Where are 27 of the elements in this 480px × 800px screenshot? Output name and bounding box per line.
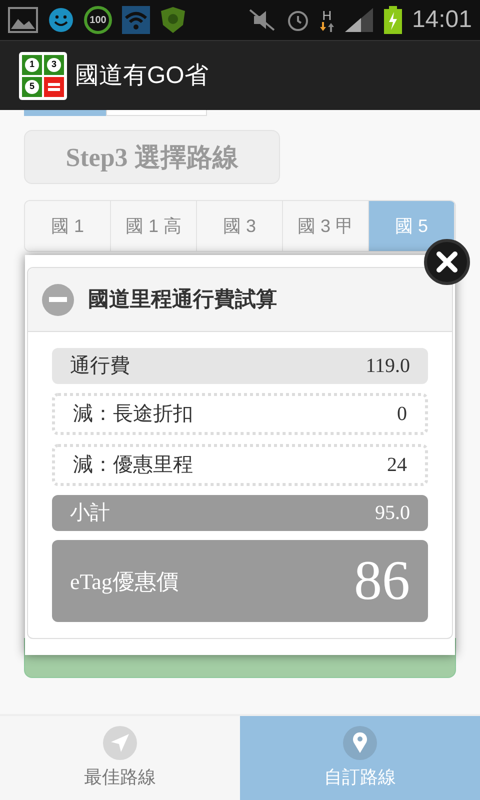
alarm-icon (286, 8, 310, 32)
network-type: H (322, 8, 332, 22)
close-icon (436, 251, 458, 273)
battery-saver-icon: 100 (84, 6, 112, 34)
discount-row: 減：優惠里程 24 (52, 444, 428, 486)
shield-icon (160, 6, 186, 34)
discount-row: 減：長途折扣 0 (52, 393, 428, 435)
app-logo: 1 3 5 (19, 52, 67, 100)
map-pin-icon (343, 726, 377, 760)
battery-charging-icon (384, 6, 402, 34)
total-row: eTag優惠價 86 (52, 540, 428, 622)
close-button[interactable] (424, 239, 470, 285)
app-title: 國道有GO省 (75, 60, 208, 90)
subtotal-row: 小計 95.0 (52, 495, 428, 531)
signal-icon (344, 7, 374, 33)
step-button[interactable]: Step3 選擇路線 (24, 130, 280, 184)
image-icon (8, 7, 38, 33)
dialog-title: 國道里程通行費試算 (88, 286, 277, 313)
bottom-nav-tab[interactable]: 自訂路線 (240, 716, 480, 800)
wifi-icon (122, 6, 150, 34)
route-tab[interactable]: 國 5 (369, 201, 455, 251)
smiley-icon (48, 7, 74, 33)
data-arrows-icon (320, 22, 334, 32)
clock-time: 14:01 (412, 5, 472, 35)
muted-vibrate-icon (248, 8, 276, 32)
fee-row: 通行費 119.0 (52, 348, 428, 384)
route-tab[interactable]: 國 1 (25, 201, 111, 251)
